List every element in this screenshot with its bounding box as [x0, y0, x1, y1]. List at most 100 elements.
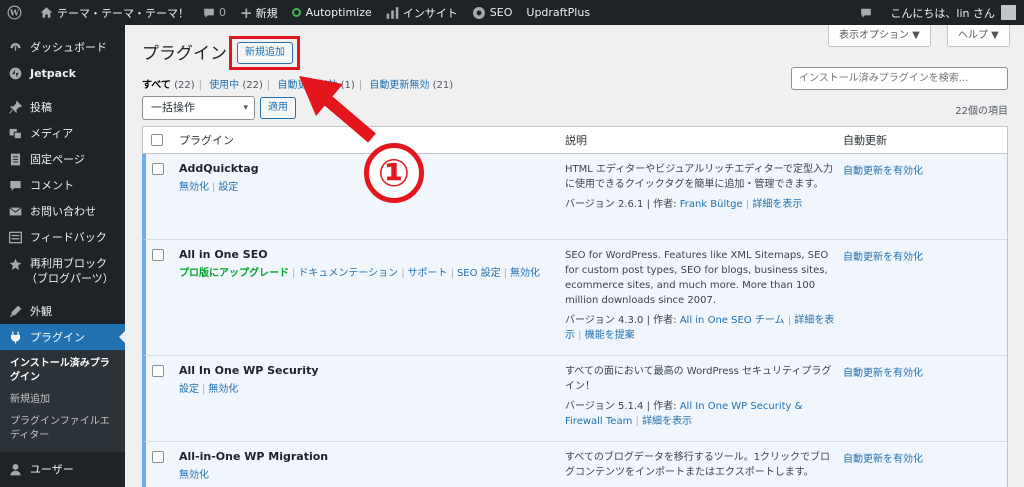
sidebar-item-label: 外観: [30, 305, 52, 318]
plugin-search-input[interactable]: [791, 67, 1008, 90]
mail-icon: [8, 204, 22, 218]
deactivate-link[interactable]: 無効化: [208, 384, 238, 395]
sidebar-item-appearance[interactable]: 外観: [0, 298, 125, 324]
screen-options-button[interactable]: 表示オプション ▼: [828, 25, 931, 47]
sidebar-item-label: ダッシュボード: [30, 41, 107, 54]
sidebar-item-comments[interactable]: コメント: [0, 172, 125, 198]
plugin-description: すべてのブログデータを移行するツール。1クリックでブログコンテンツをインポートま…: [565, 452, 831, 478]
chevron-down-icon: ▾: [243, 103, 248, 113]
seo-link[interactable]: SEO: [465, 0, 520, 25]
updraftplus-label: UpdraftPlus: [526, 6, 591, 19]
sidebar-item-pages[interactable]: 固定ページ: [0, 146, 125, 172]
author-link[interactable]: All in One SEO チーム: [680, 315, 785, 326]
sidebar-item-label: コメント: [30, 179, 74, 192]
sidebar-item-contact[interactable]: お問い合わせ: [0, 198, 125, 224]
apply-button[interactable]: 適用: [260, 97, 296, 119]
sidebar-item-jetpack[interactable]: Jetpack: [0, 60, 125, 86]
sidebar-item-dashboard[interactable]: ダッシュボード: [0, 34, 125, 60]
wordpress-logo-icon[interactable]: W: [0, 0, 33, 25]
plus-icon: +: [240, 3, 253, 22]
notification-bubble-icon: [861, 8, 872, 18]
row-checkbox[interactable]: [152, 249, 164, 261]
sidebar-item-label: フィードバック: [30, 231, 107, 244]
row-checkbox[interactable]: [152, 451, 164, 463]
seo-gear-icon: [472, 6, 485, 19]
new-content-link[interactable]: + 新規: [233, 0, 285, 25]
submenu-plugin-editor[interactable]: プラグインファイルエディター: [0, 411, 125, 447]
bar-chart-icon: [386, 6, 399, 19]
enable-auto-update-link[interactable]: 自動更新を有効化: [843, 454, 923, 465]
plugin-name: All-in-One WP Migration: [179, 450, 329, 463]
submenu-installed-plugins[interactable]: インストール済みプラグイン: [0, 353, 125, 389]
site-name-link[interactable]: テーマ・テーマ・テーマ！: [33, 0, 196, 25]
item-count: 22個の項目: [955, 106, 1008, 117]
admin-sidebar: ダッシュボード Jetpack 投稿 メディア 固定ページ コメント お問い合わ…: [0, 25, 125, 487]
view-details-link[interactable]: 詳細を表示: [752, 199, 802, 210]
view-auto-update-enabled[interactable]: 自動更新有効: [277, 80, 337, 91]
upgrade-to-pro-link[interactable]: プロ版にアップグレード: [179, 268, 289, 279]
plugin-filter-views: すべて (22) | 使用中 (22) | 自動更新有効 (1) | 自動更新無効 (…: [142, 80, 454, 91]
seo-label: SEO: [489, 6, 513, 19]
settings-link[interactable]: 設定: [179, 384, 199, 395]
updraftplus-link[interactable]: UpdraftPlus: [519, 0, 597, 25]
pin-icon: [8, 100, 22, 114]
appearance-icon: [8, 304, 22, 318]
view-active[interactable]: 使用中: [209, 80, 239, 91]
feedback-icon: [8, 230, 22, 244]
deactivate-link[interactable]: 無効化: [179, 470, 209, 481]
submenu-add-new[interactable]: 新規追加: [0, 389, 125, 411]
insight-label: インサイト: [402, 6, 458, 20]
sidebar-item-label: 投稿: [30, 101, 52, 114]
column-header-description: 説明: [565, 134, 587, 147]
seo-settings-link[interactable]: SEO 設定: [457, 268, 501, 279]
sidebar-item-label: お問い合わせ: [30, 205, 96, 218]
enable-auto-update-link[interactable]: 自動更新を有効化: [843, 252, 923, 263]
table-header: プラグイン 説明 自動更新: [143, 127, 1007, 154]
comments-link[interactable]: 0: [196, 0, 233, 25]
suggest-feature-link[interactable]: 機能を提案: [585, 330, 635, 341]
step-number-marker: ①: [364, 143, 424, 203]
sidebar-item-posts[interactable]: 投稿: [0, 94, 125, 120]
plugin-name: All In One WP Security: [179, 364, 319, 377]
bulk-actions-select[interactable]: 一括操作 ▾: [142, 96, 255, 120]
author-link[interactable]: Frank Bültge: [680, 199, 743, 210]
table-row: AddQuicktag 無効化 | 設定 HTML エディターやビジュアルリッチエデ…: [142, 154, 1007, 240]
autoptimize-link[interactable]: Autoptimize: [285, 0, 379, 25]
view-details-link[interactable]: 詳細を表示: [642, 416, 692, 427]
column-header-plugin: プラグイン: [179, 134, 234, 147]
sidebar-item-reusable-blocks[interactable]: 再利用ブロック （ブログパーツ）: [0, 250, 125, 290]
sidebar-item-users[interactable]: ユーザー: [0, 456, 125, 482]
enable-auto-update-link[interactable]: 自動更新を有効化: [843, 368, 923, 379]
notification-link[interactable]: [853, 0, 883, 25]
plugin-version: バージョン 4.3.0 | 作者:: [565, 315, 680, 326]
sidebar-item-plugins[interactable]: プラグイン: [0, 324, 125, 350]
status-circle-icon: [291, 8, 301, 17]
media-icon: [8, 126, 22, 140]
plugin-description: SEO for WordPress. Features like XML Sit…: [565, 250, 829, 306]
row-checkbox[interactable]: [152, 163, 164, 175]
help-button[interactable]: ヘルプ ▼: [947, 25, 1010, 47]
view-active-count: (22): [242, 80, 263, 91]
sidebar-item-feedback[interactable]: フィードバック: [0, 224, 125, 250]
view-auto-update-disabled[interactable]: 自動更新無効: [369, 80, 429, 91]
insight-link[interactable]: インサイト: [379, 0, 465, 25]
sidebar-item-label: 再利用ブロック （ブログパーツ）: [26, 256, 114, 286]
documentation-link[interactable]: ドキュメンテーション: [298, 268, 398, 279]
comment-bubble-icon: [204, 8, 214, 18]
plugins-table: プラグイン 説明 自動更新 AddQuicktag 無効化 | 設定 HTML エデ…: [142, 126, 1008, 487]
support-link[interactable]: サポート: [408, 268, 448, 279]
view-all[interactable]: すべて: [142, 80, 171, 91]
settings-link[interactable]: 設定: [218, 182, 238, 193]
view-auto-on-count: (1): [340, 80, 355, 91]
admin-bar: W テーマ・テーマ・テーマ！ 0 + 新規 Autoptimize インサイト …: [0, 0, 1024, 25]
select-all-checkbox[interactable]: [150, 134, 163, 146]
table-row: All-in-One WP Migration 無効化 すべてのブログデータを移…: [142, 442, 1007, 487]
sidebar-item-media[interactable]: メディア: [0, 120, 125, 146]
user-account-link[interactable]: こんにちは、lin さん: [883, 0, 1024, 25]
enable-auto-update-link[interactable]: 自動更新を有効化: [843, 166, 923, 177]
row-checkbox[interactable]: [152, 365, 164, 377]
plugins-submenu: インストール済みプラグイン 新規追加 プラグインファイルエディター: [0, 350, 125, 452]
deactivate-link[interactable]: 無効化: [179, 182, 209, 193]
plugin-version: バージョン 2.6.1 | 作者:: [565, 199, 680, 210]
deactivate-link[interactable]: 無効化: [510, 268, 540, 279]
